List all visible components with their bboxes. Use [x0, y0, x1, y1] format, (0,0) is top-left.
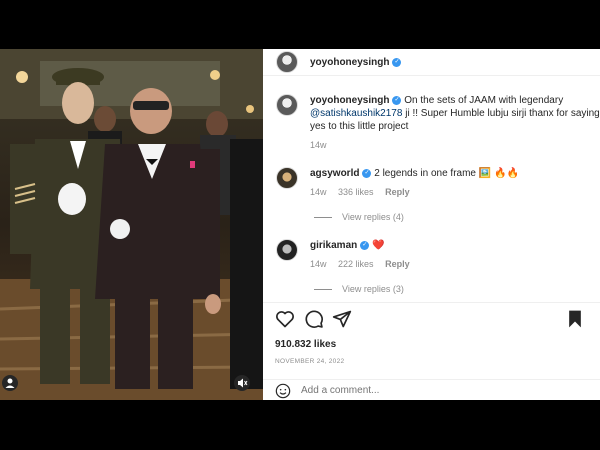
- divider: [314, 288, 332, 290]
- view-replies-button[interactable]: View replies (4): [314, 212, 404, 222]
- comment-likes[interactable]: 336 likes: [338, 187, 374, 197]
- comment-text: ❤️: [369, 240, 385, 251]
- comment-body: girikaman ✓ ❤️ 14w 222 likes Reply: [310, 239, 600, 271]
- comment-icon[interactable]: [304, 309, 324, 329]
- caption-comment: yoyohoneysingh ✓ On the sets of JAAM with…: [276, 94, 600, 152]
- bookmark-icon[interactable]: [565, 309, 585, 329]
- list-item: agsyworld ✓ 2 legends in one frame 🖼️ 🔥🔥 …: [276, 167, 600, 199]
- avatar[interactable]: [276, 51, 298, 73]
- verified-badge-icon: ✓: [392, 57, 402, 67]
- avatar[interactable]: [276, 167, 298, 189]
- view-replies-button[interactable]: View replies (3): [314, 284, 404, 294]
- comment-body: agsyworld ✓ 2 legends in one frame 🖼️ 🔥🔥 …: [310, 167, 600, 199]
- post-action-bar: 910.832 likes NOVEMBER 24, 2022: [263, 302, 600, 400]
- post-likes-count[interactable]: 910.832 likes: [275, 339, 336, 350]
- add-comment-bar: [263, 379, 600, 400]
- post-header: yoyohoneysingh ✓: [263, 49, 600, 76]
- list-item: girikaman ✓ ❤️ 14w 222 likes Reply: [276, 239, 600, 271]
- share-icon[interactable]: [332, 309, 352, 329]
- comment-text: 2 legends in one frame 🖼️ 🔥🔥: [371, 168, 519, 179]
- user-tag-icon[interactable]: [2, 375, 18, 391]
- mute-icon[interactable]: [234, 375, 250, 391]
- comment-meta: 14w: [310, 139, 600, 152]
- comment-time: 14w: [310, 259, 327, 269]
- mention-link[interactable]: @satishkaushik2178: [310, 108, 402, 119]
- comment-time: 14w: [310, 140, 327, 150]
- comment-time: 14w: [310, 187, 327, 197]
- add-comment-input[interactable]: [301, 385, 551, 396]
- post-author-username[interactable]: yoyohoneysingh: [310, 57, 389, 68]
- emoji-icon[interactable]: [275, 383, 291, 399]
- post-date: NOVEMBER 24, 2022: [275, 358, 345, 365]
- view-replies-label: View replies (3): [342, 284, 404, 294]
- comment-username[interactable]: yoyohoneysingh: [310, 95, 389, 106]
- comment-username[interactable]: girikaman: [310, 240, 357, 251]
- comment-meta: 14w 222 likes Reply: [310, 258, 600, 271]
- action-icons: [275, 309, 595, 331]
- view-replies-label: View replies (4): [342, 212, 404, 222]
- comment-meta: 14w 336 likes Reply: [310, 186, 600, 199]
- heart-icon[interactable]: [275, 309, 295, 329]
- verified-badge-icon: ✓: [360, 240, 370, 250]
- caption-text-before: On the sets of JAAM with legendary: [401, 95, 564, 106]
- post-photo-art: [0, 49, 263, 400]
- comment-likes[interactable]: 222 likes: [338, 259, 374, 269]
- comment-body: yoyohoneysingh ✓ On the sets of JAAM with…: [310, 94, 600, 152]
- reply-button[interactable]: Reply: [385, 259, 410, 269]
- avatar[interactable]: [276, 239, 298, 261]
- post-photo[interactable]: [0, 49, 263, 400]
- divider: [314, 216, 332, 218]
- avatar[interactable]: [276, 94, 298, 116]
- reply-button[interactable]: Reply: [385, 187, 410, 197]
- comment-username[interactable]: agsyworld: [310, 168, 359, 179]
- screenshot-frame: yoyohoneysingh ✓ yoyohoneysingh ✓ On the …: [0, 0, 600, 450]
- post-details-panel: yoyohoneysingh ✓ yoyohoneysingh ✓ On the …: [263, 49, 600, 400]
